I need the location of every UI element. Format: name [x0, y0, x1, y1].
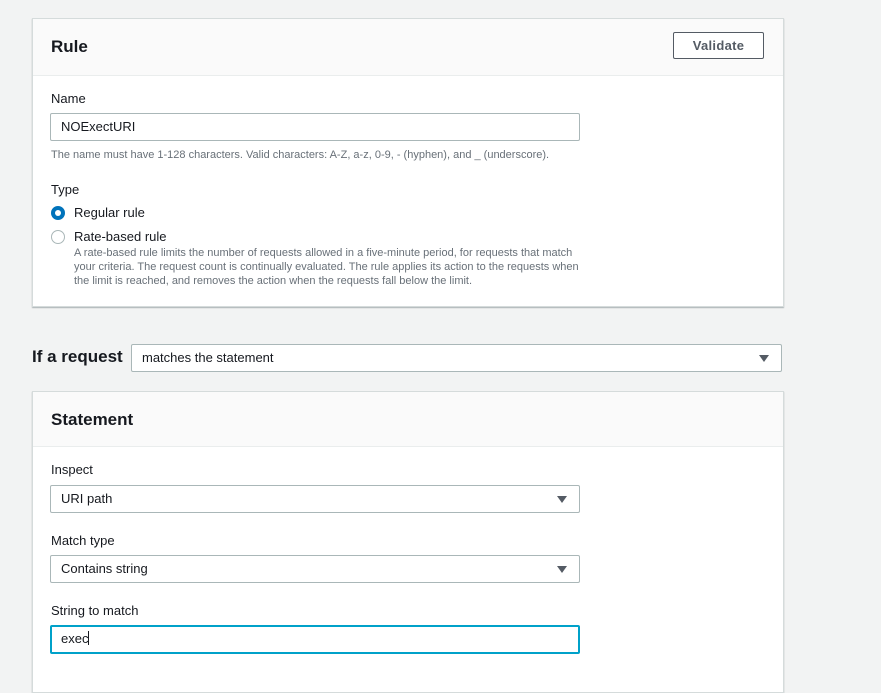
match-type-label: Match type [51, 533, 115, 548]
rate-based-rule-label[interactable]: Rate-based rule [74, 229, 167, 244]
inspect-select[interactable]: URI path [50, 485, 580, 513]
name-hint: The name must have 1-128 characters. Val… [51, 149, 550, 161]
type-label: Type [51, 182, 80, 197]
inspect-select-value: URI path [61, 491, 113, 506]
name-input[interactable]: NOExectURI [50, 113, 580, 141]
name-label: Name [51, 91, 86, 106]
rule-card-header: Rule Validate [33, 19, 783, 76]
condition-select[interactable]: matches the statement [131, 344, 782, 372]
inspect-label: Inspect [51, 462, 93, 477]
rule-card: Rule Validate Name NOExectURI The name m… [32, 18, 784, 307]
condition-select-value: matches the statement [142, 350, 274, 365]
string-to-match-label: String to match [51, 603, 139, 618]
validate-button[interactable]: Validate [673, 32, 764, 59]
string-to-match-value: exec [61, 631, 89, 646]
rate-based-rule-radio[interactable] [51, 230, 65, 244]
if-request-label: If a request [32, 347, 123, 366]
regular-rule-label[interactable]: Regular rule [74, 205, 145, 220]
match-type-select[interactable]: Contains string [50, 555, 580, 583]
regular-rule-radio[interactable] [51, 206, 65, 220]
rule-title: Rule [51, 37, 88, 56]
text-cursor [88, 631, 90, 645]
chevron-down-icon [557, 566, 567, 573]
statement-title: Statement [51, 410, 134, 429]
string-to-match-input[interactable]: exec [50, 625, 580, 654]
rate-based-rule-description: A rate-based rule limits the number of r… [74, 247, 579, 287]
match-type-select-value: Contains string [61, 561, 148, 576]
statement-card: Statement Inspect URI path Match type Co… [32, 391, 784, 693]
chevron-down-icon [557, 496, 567, 503]
chevron-down-icon [759, 355, 769, 362]
statement-card-header: Statement [33, 392, 783, 447]
